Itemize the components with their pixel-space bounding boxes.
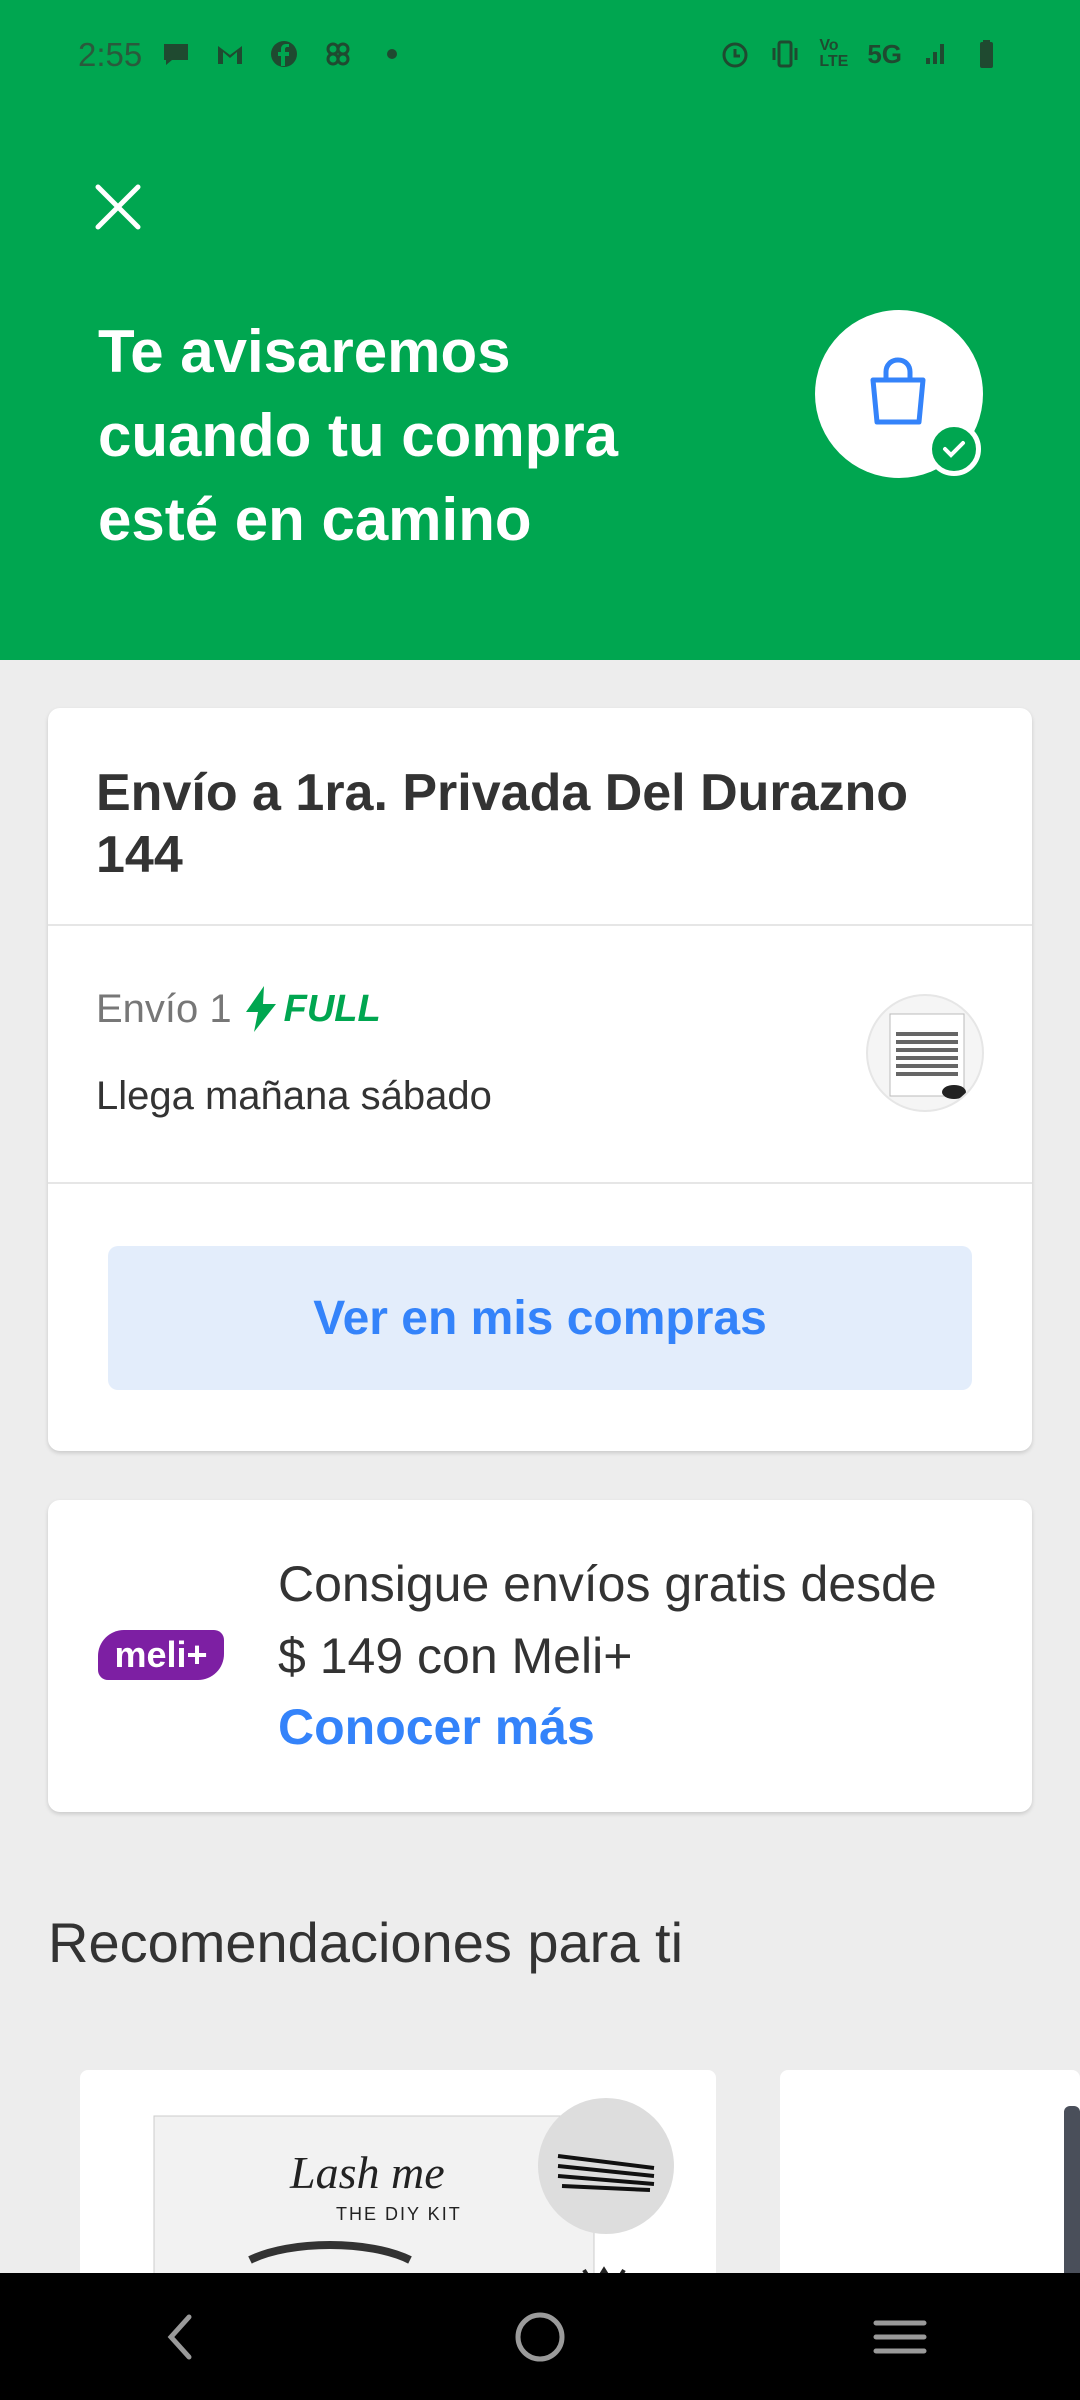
- alarm-icon: [722, 42, 748, 68]
- shipping-address-title: Envío a 1ra. Privada Del Durazno 144: [96, 764, 909, 884]
- product-image: [889, 1013, 966, 1099]
- arrival-estimate: Llega mañana sábado: [96, 1074, 492, 1118]
- notification-icons: [160, 38, 408, 70]
- volte-label: Vo LTE: [819, 37, 849, 70]
- chat-icon: [164, 44, 188, 65]
- system-navigation-bar: [0, 2273, 1080, 2400]
- gmail-icon: [218, 46, 242, 64]
- home-icon: [515, 2312, 565, 2361]
- divider: [48, 924, 1032, 926]
- signal-icon: [926, 44, 944, 64]
- full-badge-label: FULL: [283, 987, 381, 1030]
- check-icon: [943, 441, 965, 458]
- close-button[interactable]: [88, 177, 148, 237]
- status-bar: 2:55 Vo LTE 5G: [0, 0, 1080, 115]
- home-button[interactable]: [480, 2287, 600, 2387]
- shipment-number: Envío 1: [96, 986, 232, 1031]
- dot-icon: [387, 49, 397, 59]
- check-badge: [927, 422, 981, 476]
- battery-icon: [980, 40, 993, 68]
- learn-more-link[interactable]: Conocer más: [278, 1698, 595, 1756]
- shipment-card: Envío a 1ra. Privada Del Durazno 144 Env…: [48, 708, 1032, 1451]
- product-brand-text: Lash me: [289, 2147, 445, 2198]
- close-icon: [95, 184, 141, 230]
- lightning-icon: [245, 986, 276, 1032]
- meli-plus-logo: meli+: [98, 1630, 224, 1680]
- status-time: 2:55: [78, 36, 143, 73]
- system-icons: Vo LTE 5G: [719, 38, 1002, 70]
- vibrate-icon: [772, 40, 798, 68]
- pinwheel-icon: [326, 42, 350, 66]
- confirmation-headline: Te avisaremos cuando tu compra esté en c…: [98, 318, 619, 553]
- recommendations-title: Recomendaciones para ti: [48, 1911, 684, 1974]
- network-label: 5G: [867, 38, 902, 69]
- product-subtitle-text: THE DIY KIT: [336, 2204, 462, 2224]
- back-button[interactable]: [120, 2287, 240, 2387]
- facebook-icon: [271, 41, 297, 67]
- back-icon: [167, 2314, 192, 2359]
- confirmation-header: Te avisaremos cuando tu compra esté en c…: [0, 115, 1080, 660]
- shopping-bag-icon: [870, 357, 926, 425]
- promo-text: Consigue envíos gratis desde $ 149 con M…: [278, 1556, 937, 1684]
- shipment-label-row: Envío 1 FULL: [96, 986, 381, 1032]
- recents-icon: [873, 2320, 927, 2353]
- full-badge: FULL: [244, 986, 381, 1032]
- product-thumbnail[interactable]: [866, 994, 984, 1112]
- view-in-purchases-button[interactable]: Ver en mis compras: [108, 1246, 972, 1390]
- recents-button[interactable]: [840, 2287, 960, 2387]
- divider: [48, 1182, 1032, 1184]
- purchase-bag-badge: [815, 310, 983, 478]
- meli-plus-promo-card: meli+ Consigue envíos gratis desde $ 149…: [48, 1500, 1032, 1812]
